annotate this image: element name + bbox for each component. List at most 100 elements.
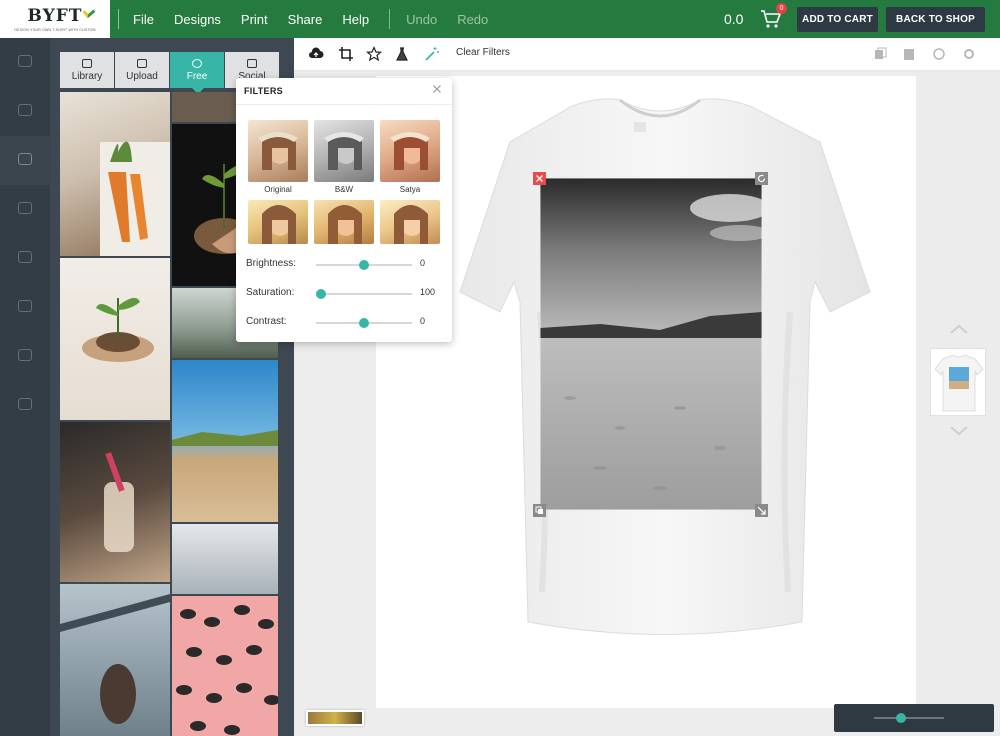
zoom-knob[interactable] [896,713,906,723]
tab-label: Upload [126,70,158,82]
logo[interactable]: BYFT DESIGN YOUR OWN T-SHIRT WITH CUSTOM [0,0,110,38]
brightness-label: Brightness: [246,258,297,269]
menu-print[interactable]: Print [241,12,268,27]
tab-library[interactable]: Library [60,52,114,88]
globe-icon [192,58,202,68]
paste-icon[interactable] [902,47,916,61]
menu-divider [118,9,119,29]
library-image[interactable] [172,596,278,736]
shapes-icon [18,299,32,312]
resize-icon[interactable] [755,504,768,517]
bridge-photo [60,594,170,724]
add-to-cart-button[interactable]: ADD TO CART [797,7,878,32]
settings-icon[interactable] [962,47,976,61]
portrait-photo [262,205,296,244]
image-icon [247,58,257,68]
cloud-upload-icon[interactable] [308,46,324,62]
filter-preset-original[interactable] [248,120,308,182]
shirt-icon [18,54,32,67]
menu-help[interactable]: Help [342,12,369,27]
tab-upload[interactable]: Upload [115,52,169,88]
flask-icon[interactable] [394,46,410,62]
rail-item-cliparts[interactable] [0,185,50,234]
back-to-shop-button[interactable]: BACK TO SHOP [886,7,985,32]
library-image[interactable] [60,584,170,736]
layer-icon[interactable] [533,504,546,517]
slider-knob[interactable] [315,289,326,299]
library-image[interactable] [172,524,278,594]
shirt-preview-icon [934,354,984,412]
filter-label: B&W [334,185,354,194]
portrait-photo [390,132,430,170]
filter-preset-6[interactable] [380,200,440,244]
zoom-control[interactable] [834,704,994,732]
filters-popup: FILTERS Original B&W Satya Brightness: 0… [236,78,452,342]
rail-item-layers[interactable] [0,332,50,381]
tab-free[interactable]: Free [170,52,224,88]
saturation-label: Saturation: [246,287,295,298]
rotate-icon[interactable] [755,172,768,185]
rail-item-shapes[interactable] [0,283,50,332]
chevron-up-icon[interactable] [948,322,970,336]
cart-count-badge: 0 [776,3,787,14]
heart-icon [18,103,32,116]
image-icon [18,152,32,165]
copy-icon[interactable] [874,47,888,61]
upload-icon [137,58,147,68]
template-icon [18,397,32,410]
layers-icon [18,348,32,361]
rail-item-images[interactable] [0,136,50,185]
slider-knob[interactable] [359,318,369,328]
filter-label: Satya [399,185,421,194]
contrast-value: 0 [420,316,426,326]
menu-designs[interactable]: Designs [174,12,221,27]
zoom-track[interactable] [874,717,944,719]
library-image[interactable] [172,360,278,522]
tool-rail [0,38,50,736]
contrast-slider[interactable] [316,318,412,328]
rail-item-products[interactable] [0,38,50,87]
library-image[interactable] [60,258,170,420]
product-view-thumbnail[interactable] [930,348,986,416]
filters-title: FILTERS [244,86,283,96]
rail-item-templates[interactable] [0,381,50,430]
zoom-icon[interactable] [932,47,946,61]
tab-label: Free [186,70,208,82]
filter-preset-4[interactable] [248,200,308,244]
clipart-icon [18,201,32,214]
filter-preset-bw[interactable] [314,120,374,182]
portrait-photo [328,205,362,244]
seedling-photo [82,297,154,362]
rail-item-designs[interactable] [0,87,50,136]
filter-preset-5[interactable] [314,200,374,244]
logo-check-icon [82,5,96,19]
portrait-photo [258,132,298,170]
redo-button[interactable]: Redo [457,12,488,27]
saturation-value: 100 [420,287,436,297]
slider-knob[interactable] [359,260,369,270]
undo-button[interactable]: Undo [406,12,437,27]
star-icon[interactable] [366,46,382,62]
top-bar: BYFT DESIGN YOUR OWN T-SHIRT WITH CUSTOM… [0,0,1000,38]
saturation-slider[interactable] [315,289,412,299]
brightness-slider[interactable] [316,260,412,270]
portrait-photo [394,205,428,244]
color-swatch-strip[interactable] [306,710,364,726]
close-icon[interactable] [432,84,442,94]
clear-filters-button[interactable]: Clear Filters [456,47,510,58]
logo-text: BYFT [27,6,83,26]
filter-preset-satya[interactable] [380,120,440,182]
rail-item-text[interactable] [0,234,50,283]
main-menu: File Designs Print Share Help Undo Redo [118,9,508,29]
magic-wand-icon[interactable] [424,46,440,62]
crop-icon[interactable] [338,46,354,62]
library-image[interactable] [60,422,170,582]
contrast-label: Contrast: [246,316,287,327]
menu-divider [389,9,391,29]
menu-file[interactable]: File [133,12,154,27]
delete-icon[interactable] [533,172,546,185]
library-image[interactable] [60,92,170,256]
menu-share[interactable]: Share [288,12,323,27]
chevron-down-icon[interactable] [948,424,970,438]
logo-tagline: DESIGN YOUR OWN T-SHIRT WITH CUSTOM [14,28,96,32]
